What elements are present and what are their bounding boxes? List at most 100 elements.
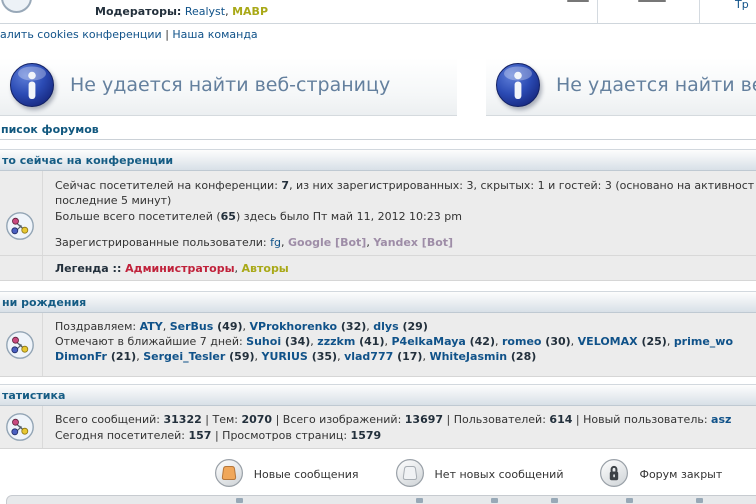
user-link[interactable]: DimonFr — [55, 350, 107, 363]
icon-column-divider — [42, 313, 43, 376]
list-separator: | — [202, 413, 213, 426]
stat-label: Всего изображений: — [283, 413, 405, 426]
list-separator: , — [337, 350, 344, 363]
user-link[interactable]: VELOMAX — [578, 335, 638, 348]
age-value: (49) — [213, 320, 242, 333]
user-link[interactable]: YURIUS — [262, 350, 308, 363]
list-separator: , — [243, 320, 250, 333]
stat-value-link[interactable]: asz — [711, 413, 731, 426]
user-link[interactable]: Suhoi — [246, 335, 281, 348]
registered-users-line: Зарегистрированные пользователи: fg, Goo… — [55, 235, 453, 250]
user-link[interactable]: fg — [270, 236, 281, 249]
user-link[interactable]: zzzkm — [317, 335, 355, 348]
legend-forum-locked-label: Форум закрыт — [639, 468, 722, 481]
age-value: (28) — [507, 350, 536, 363]
age-value: (59) — [225, 350, 254, 363]
user-link[interactable]: romeo — [502, 335, 541, 348]
stats-row-2: Сегодня посетителей: 157 | Просмотров ст… — [55, 428, 381, 443]
user-link[interactable]: P4elkaMaya — [391, 335, 465, 348]
legend-no-new-posts: Нет новых сообщений — [395, 458, 564, 491]
upcoming-list: Suhoi (34), zzzkm (41), P4elkaMaya (42),… — [246, 335, 733, 348]
online-section-title: то сейчас на конференции — [2, 154, 173, 167]
online-total: 7 — [281, 179, 289, 192]
age-value: (42) — [466, 335, 495, 348]
list-separator: | — [443, 413, 454, 426]
legend-divider — [0, 255, 756, 256]
info-icon — [9, 62, 55, 111]
forum-list-link[interactable]: писок форумов — [1, 123, 99, 136]
list-separator: | — [211, 429, 222, 442]
clipped-glyph — [491, 498, 498, 503]
error-banner-text: Не удается найти веб- — [556, 74, 756, 96]
error-banner-text: Не удается найти веб-страницу — [70, 74, 390, 96]
user-link[interactable]: VProkhorenko — [250, 320, 338, 333]
list-separator: , — [281, 236, 288, 249]
clipped-glyph — [626, 498, 633, 503]
user-link[interactable]: SerBus — [170, 320, 214, 333]
broken-ad-banner-1[interactable]: Не удается найти веб-страницу — [0, 58, 457, 116]
user-link[interactable]: WhiteJasmin — [429, 350, 507, 363]
user-link[interactable]: prime_wo — [674, 335, 733, 348]
clipped-footer-bar — [6, 495, 756, 504]
user-link[interactable]: Yandex [Bot] — [373, 236, 453, 249]
whos-online-icon — [5, 211, 35, 244]
icon-column-divider — [42, 406, 43, 448]
clipped-glyph — [696, 498, 703, 503]
stat-label: Просмотров страниц: — [222, 429, 350, 442]
broken-ad-banner-2[interactable]: Не удается найти веб- — [486, 58, 756, 116]
legend-line: Легенда :: Администраторы, Авторы — [55, 261, 289, 276]
statistics-icon — [5, 412, 35, 445]
age-value: (41) — [355, 335, 384, 348]
stat-label: Пользователей: — [454, 413, 550, 426]
stat-label: Всего сообщений: — [55, 413, 163, 426]
stat-value: 1579 — [351, 429, 382, 442]
age-value: (21) — [107, 350, 136, 363]
list-separator: , — [495, 335, 502, 348]
record-count: 65 — [221, 210, 236, 223]
stats-row-1: Всего сообщений: 31322 | Тем: 2070 | Все… — [55, 412, 731, 427]
age-value: (25) — [638, 335, 667, 348]
upcoming-line-2: DimonFr (21), Sergei_Tesler (59), YURIUS… — [55, 349, 536, 364]
upcoming-line: Отмечают в ближайшие 7 дней: Suhoi (34),… — [55, 334, 733, 349]
user-link[interactable]: Realyst — [185, 5, 225, 18]
user-link[interactable]: dlys — [373, 320, 398, 333]
user-link[interactable]: Администраторы — [125, 262, 234, 275]
birthdays-section-header: ни рождения — [0, 291, 756, 313]
list-separator: | — [272, 413, 283, 426]
age-value: (34) — [281, 335, 310, 348]
user-link[interactable]: Авторы — [242, 262, 289, 275]
footer-nav-links[interactable]: алить cookies конференции | Наша команда — [0, 28, 258, 41]
statistics-section-title: татистика — [2, 389, 65, 402]
user-link[interactable]: vlad777 — [344, 350, 393, 363]
legend-groups-list: Администраторы, Авторы — [125, 262, 289, 275]
statistics-section-header: татистика — [0, 384, 756, 406]
list-separator: | — [572, 413, 583, 426]
online-count-text: , из них зарегистрированных: 3, скрытых:… — [289, 179, 754, 192]
user-link[interactable]: алить cookies конференции — [0, 28, 162, 41]
user-link[interactable]: Наша команда — [172, 28, 257, 41]
moderators-list: Realyst, МАВР — [185, 5, 268, 18]
user-link[interactable]: МАВР — [232, 5, 268, 18]
clipped-glyph — [236, 498, 243, 503]
list-separator: , — [667, 335, 674, 348]
age-value: (32) — [337, 320, 366, 333]
user-link[interactable]: Sergei_Tesler — [143, 350, 225, 363]
registered-label: Зарегистрированные пользователи: — [55, 236, 270, 249]
column-divider — [699, 0, 700, 23]
online-count-line-wrap: последние 5 минут) — [55, 193, 171, 208]
forum-folder-icon — [1, 0, 32, 13]
age-value: (30) — [541, 335, 570, 348]
age-value: (29) — [399, 320, 428, 333]
upcoming-label: Отмечают в ближайшие 7 дней: — [55, 335, 246, 348]
lock-icon — [599, 458, 629, 491]
user-link[interactable]: Google [Bot] — [288, 236, 366, 249]
clipped-glyph — [551, 498, 558, 503]
stat-value: 157 — [189, 429, 212, 442]
user-link[interactable]: ATY — [140, 320, 163, 333]
legend-label: Легенда :: — [55, 262, 125, 275]
last-post-link-partial[interactable]: Тр — [735, 0, 749, 11]
congrats-list: ATY, SerBus (49), VProkhorenko (32), dly… — [140, 320, 428, 333]
clipped-topic-count — [567, 0, 589, 2]
legend-forum-locked: Форум закрыт — [599, 458, 722, 491]
forum-row: Модераторы: Realyst, МАВР Тр — [0, 0, 756, 24]
